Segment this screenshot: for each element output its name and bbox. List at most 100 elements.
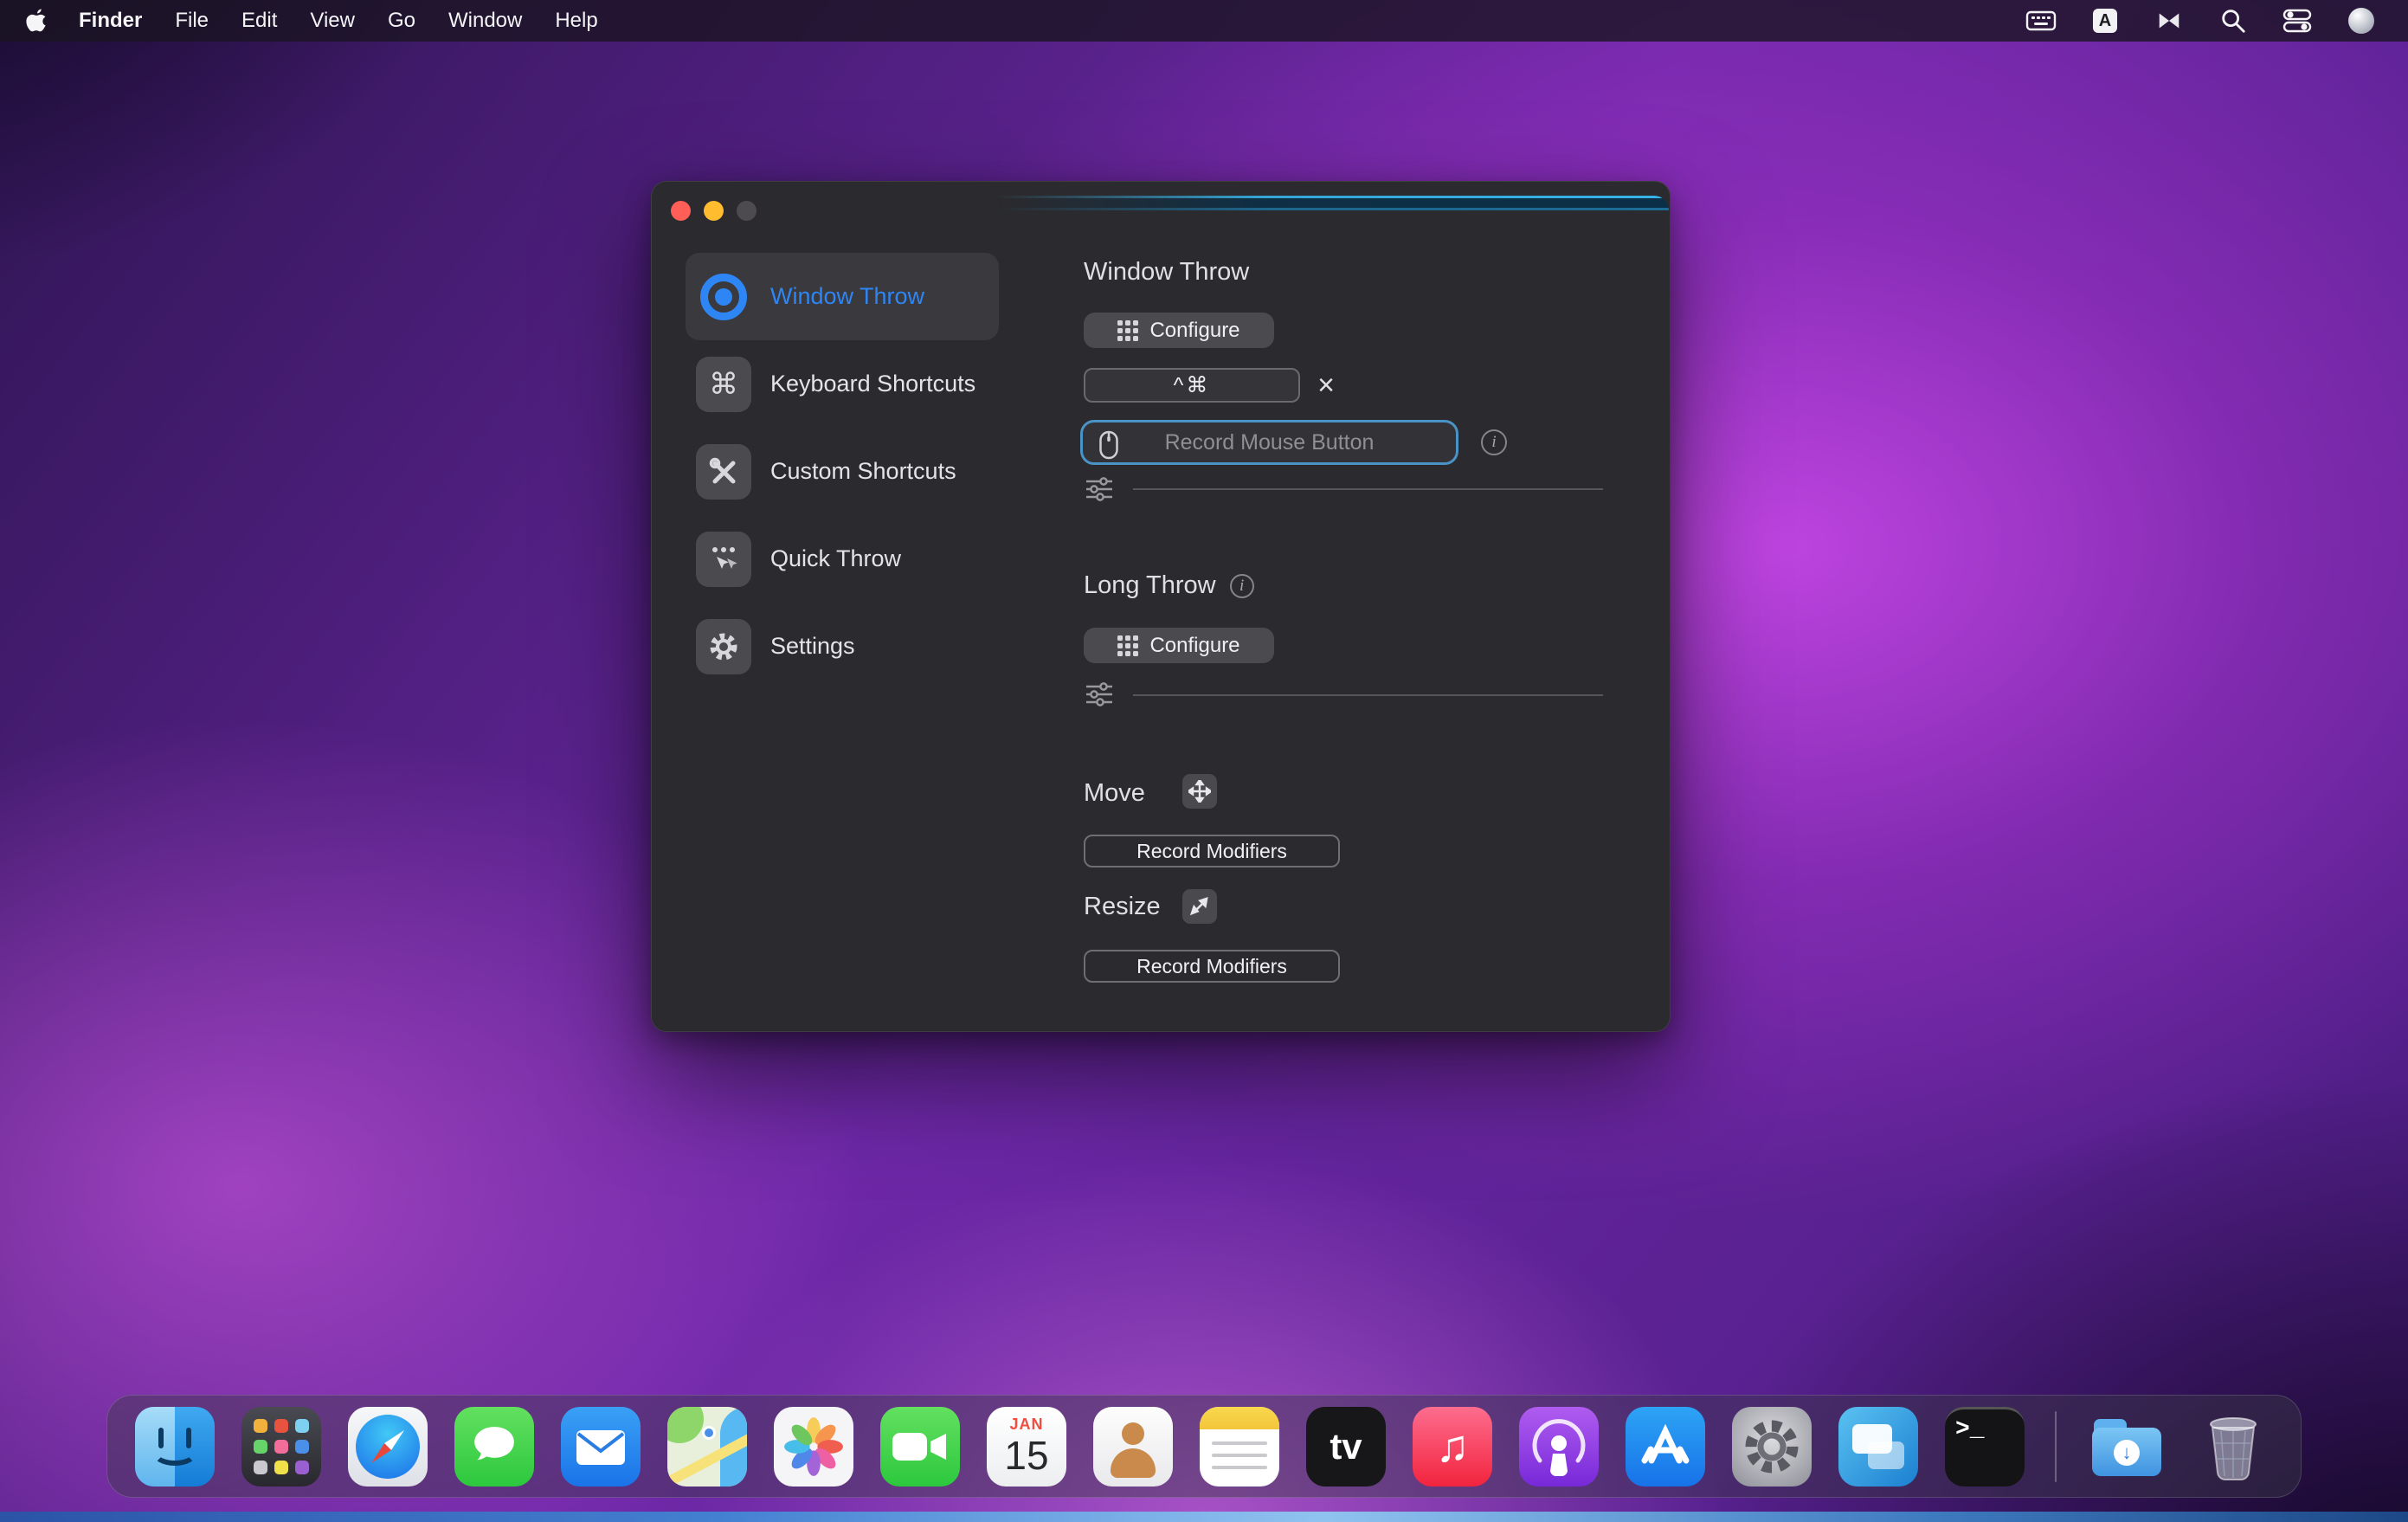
record-modifiers-move-button[interactable]: Record Modifiers [1084,835,1340,867]
app-store-dock-icon[interactable] [1626,1407,1705,1487]
sidebar-item-window-throw[interactable]: Window Throw [686,253,999,340]
calendar-dock-icon[interactable]: JAN 15 [987,1407,1066,1487]
resize-label: Resize [1084,893,1161,921]
sidebar-item-label: Settings [770,633,855,660]
command-glyph: ⌘ [709,367,738,402]
control-center-icon[interactable] [2282,5,2313,36]
record-mouse-button-field[interactable]: Record Mouse Button [1080,420,1458,465]
move-label: Move [1084,779,1145,808]
zoom-button[interactable] [737,201,757,221]
record-circle-icon [696,269,751,325]
sidebar-item-label: Keyboard Shortcuts [770,371,975,397]
downloads-dock-icon[interactable]: ↓ [2087,1407,2167,1487]
minimize-button[interactable] [704,201,724,221]
sidebar: Window Throw ⌘ Keyboard Shortcuts Custom… [686,253,999,690]
divider [1133,488,1603,490]
info-icon[interactable]: i [1481,429,1507,455]
configure-label: Configure [1149,319,1239,343]
menu-item-go[interactable]: Go [371,0,432,42]
keyboard-shortcut-field[interactable]: ^⌘ [1084,368,1300,403]
launchpad-dock-icon[interactable] [241,1407,321,1487]
sidebar-item-quick-throw[interactable]: Quick Throw [686,515,999,603]
messages-dock-icon[interactable] [454,1407,534,1487]
info-icon[interactable]: i [1230,574,1254,598]
record-modifiers-resize-button[interactable]: Record Modifiers [1084,950,1340,983]
advanced-options-icon[interactable] [1086,477,1112,506]
maps-park [667,1407,704,1443]
sidebar-item-label: Quick Throw [770,545,901,572]
tools-icon [696,444,751,500]
menu-item-view[interactable]: View [293,0,371,42]
calendar-month: JAN [1009,1416,1043,1434]
contacts-dock-icon[interactable] [1093,1407,1173,1487]
notes-header-band [1200,1407,1279,1429]
safari-dock-icon[interactable] [348,1407,428,1487]
record-dot [715,288,732,306]
facetime-dock-icon[interactable] [880,1407,960,1487]
resize-icon [1182,889,1217,924]
configure-window-throw-button[interactable]: Configure [1084,313,1274,348]
sidebar-item-label: Custom Shortcuts [770,458,956,485]
divider [1133,694,1603,696]
menu-item-edit[interactable]: Edit [225,0,293,42]
menu-item-file[interactable]: File [158,0,225,42]
apple-tv-dock-icon[interactable]: tv [1306,1407,1386,1487]
menu-item-window[interactable]: Window [432,0,538,42]
maps-dock-icon[interactable] [667,1407,747,1487]
dock: JAN 15 tv ♫ [106,1395,2302,1498]
configure-long-throw-button[interactable]: Configure [1084,628,1274,663]
keyboard-icon[interactable] [2025,5,2057,36]
notes-dock-icon[interactable] [1200,1407,1279,1487]
music-note-icon: ♫ [1436,1421,1470,1473]
apple-menu-icon[interactable] [26,8,48,34]
music-dock-icon[interactable]: ♫ [1413,1407,1492,1487]
top-strip-fill [995,198,1669,208]
finder-smile [152,1440,197,1466]
menu-bar-left: Finder File Edit View Go Window Help [0,0,615,42]
app-window-shape [1868,1441,1904,1469]
dock-separator [2055,1411,2057,1482]
contacts-silhouette-body [1111,1448,1156,1478]
podcasts-dock-icon[interactable] [1519,1407,1599,1487]
menu-item-help[interactable]: Help [538,0,614,42]
menu-bar-status-area: A [2025,5,2408,36]
clear-shortcut-button[interactable]: × [1307,366,1345,404]
trash-dock-icon[interactable] [2193,1407,2273,1487]
spotlight-icon[interactable] [2218,5,2249,36]
preferences-window: Window Throw ⌘ Keyboard Shortcuts Custom… [651,181,1671,1032]
finder-dock-icon[interactable] [135,1407,215,1487]
system-preferences-dock-icon[interactable] [1732,1407,1812,1487]
menu-app-name[interactable]: Finder [62,0,158,42]
maps-pin [702,1426,716,1440]
command-key-icon: ⌘ [696,357,751,412]
photos-dock-icon[interactable] [774,1407,853,1487]
sidebar-item-label: Window Throw [770,283,924,310]
record-mouse-placeholder: Record Mouse Button [1083,422,1456,462]
bottom-edge-glow [0,1512,2408,1522]
advanced-options-icon[interactable] [1086,682,1112,711]
close-button[interactable] [671,201,691,221]
siri-icon[interactable] [2346,5,2377,36]
notes-line [1212,1454,1267,1457]
input-source-icon[interactable]: A [2089,5,2121,36]
top-strip-line [995,208,1669,210]
sidebar-item-custom-shortcuts[interactable]: Custom Shortcuts [686,428,999,515]
input-source-label: A [2093,9,2117,33]
window-top-strip [995,196,1669,218]
menu-bar: Finder File Edit View Go Window Help [0,0,2408,42]
pinwheel-icon[interactable] [2154,5,2185,36]
calendar-day: 15 [1004,1434,1048,1478]
terminal-dock-icon[interactable]: >_ [1945,1407,2025,1487]
tv-label: tv [1330,1426,1362,1467]
configure-label: Configure [1149,634,1239,658]
download-arrow-icon: ↓ [2114,1440,2140,1466]
window-manager-app-dock-icon[interactable] [1838,1407,1918,1487]
long-throw-title: Long Throw [1084,571,1216,600]
safari-compass [356,1415,420,1479]
terminal-prompt: >_ [1955,1416,1985,1443]
mail-dock-icon[interactable] [561,1407,641,1487]
gear-icon [696,619,751,674]
sidebar-item-keyboard-shortcuts[interactable]: ⌘ Keyboard Shortcuts [686,340,999,428]
contacts-silhouette-head [1122,1422,1144,1445]
sidebar-item-settings[interactable]: Settings [686,603,999,690]
